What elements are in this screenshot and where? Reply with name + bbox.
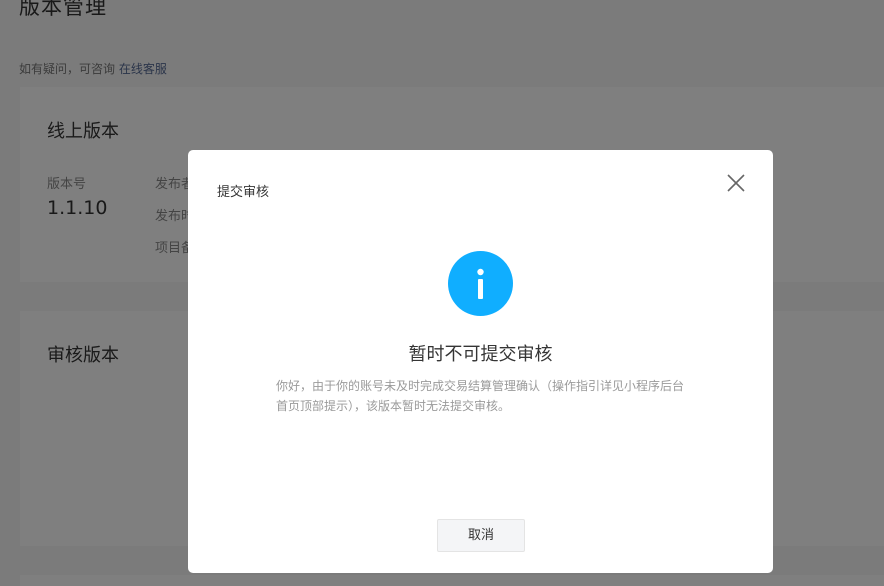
dialog-message: 你好，由于你的账号未及时完成交易结算管理确认（操作指引详见小程序后台首页顶部提示… [276,379,685,413]
submit-review-dialog: 提交审核 暂时不可提交审核 你好，由于你的账号未及时完成交易结算管理确认（操作指… [188,150,773,573]
info-icon [448,251,513,316]
version-management-page: 版本管理 如有疑问，可咨询 在线客服 线上版本 版本号 1.1.10 发布者 发… [0,0,884,586]
dialog-heading: 暂时不可提交审核 [408,344,553,365]
close-icon[interactable] [725,172,747,194]
dialog-title: 提交审核 [217,185,270,200]
cancel-button[interactable]: 取消 [437,519,525,552]
